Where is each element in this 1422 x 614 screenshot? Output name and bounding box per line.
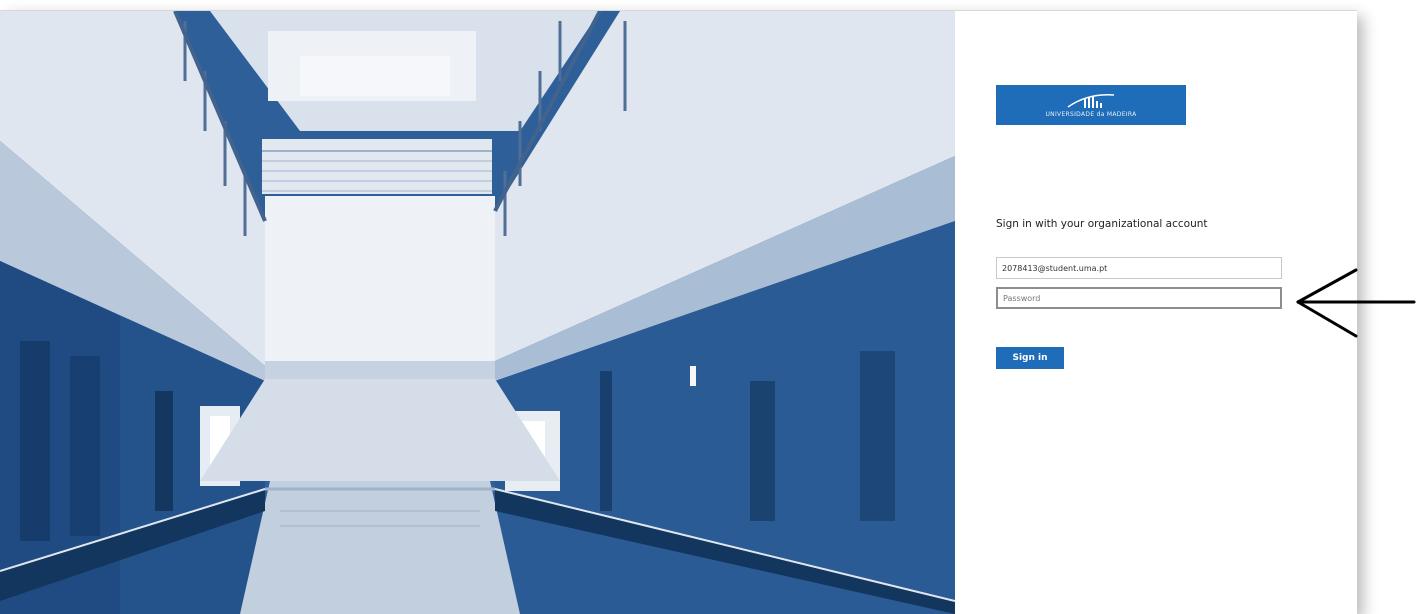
sign-in-heading: Sign in with your organizational account	[996, 218, 1208, 230]
background-photo	[0, 11, 955, 614]
username-field[interactable]	[996, 257, 1282, 279]
left-arrow-icon	[1296, 268, 1416, 338]
password-field[interactable]	[996, 287, 1282, 309]
university-logo: UNIVERSIDADE da MADEIRA	[996, 85, 1186, 125]
sign-in-button[interactable]: Sign in	[996, 347, 1064, 369]
screenshot-page: UNIVERSIDADE da MADEIRA Sign in with you…	[0, 0, 1422, 614]
logo-wordmark: UNIVERSIDADE da MADEIRA	[1045, 111, 1137, 118]
building-logo-icon	[1067, 94, 1115, 108]
browser-window: UNIVERSIDADE da MADEIRA Sign in with you…	[0, 10, 1357, 614]
